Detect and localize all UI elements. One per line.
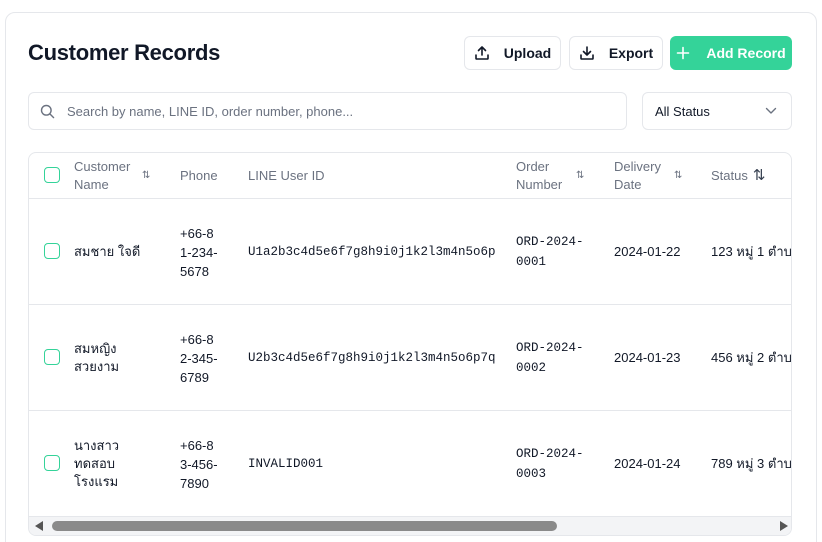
add-record-label: Add Record	[706, 45, 786, 61]
table-header: Customer Name ⇅ Phone LINE User ID Order…	[29, 153, 791, 199]
line-id-cell: U2b3c4d5e6f7g8h9i0j1k2l3m4n5o6p7q	[248, 351, 496, 365]
column-label: Delivery Date	[614, 159, 661, 192]
scroll-left-arrow-icon[interactable]	[35, 521, 43, 531]
table-row[interactable]: สมชาย ใจดี +66-81-234-5678 U1a2b3c4d5e6f…	[29, 199, 792, 305]
column-header-order-number[interactable]: Order Number ⇅	[516, 153, 584, 199]
delivery-date-cell: 2024-01-23	[614, 350, 681, 365]
phone-cell: +66-83-456-7890	[180, 437, 218, 491]
upload-button[interactable]: Upload	[464, 36, 561, 70]
status-cell: 456 หมู่ 2 ตำบ	[711, 350, 792, 365]
customer-name-cell: นางสาว ทดสอบ โรงแรม	[74, 438, 120, 489]
phone-cell: +66-82-345-6789	[180, 331, 218, 385]
status-cell: 789 หมู่ 3 ตำบ	[711, 456, 792, 471]
line-id-cell: U1a2b3c4d5e6f7g8h9i0j1k2l3m4n5o6p	[248, 245, 496, 259]
sort-icon: ⇅	[752, 167, 766, 184]
customer-name-cell: สมชาย ใจดี	[74, 244, 141, 259]
plus-icon	[677, 46, 690, 60]
add-record-button[interactable]: Add Record	[670, 36, 792, 70]
status-cell: 123 หมู่ 1 ตำบ	[711, 244, 792, 259]
column-label: LINE User ID	[248, 168, 325, 183]
column-label: Order Number	[516, 159, 563, 192]
delivery-date-cell: 2024-01-24	[614, 456, 681, 471]
order-number-cell: ORD-2024-0002	[516, 341, 584, 375]
search-input[interactable]	[67, 103, 607, 119]
search-icon	[40, 104, 55, 118]
order-number-cell: ORD-2024-0001	[516, 235, 584, 269]
column-label: Customer Name	[74, 159, 131, 192]
sort-icon: ⇅	[576, 170, 585, 181]
sort-icon: ⇅	[674, 170, 683, 181]
table-row[interactable]: นางสาว ทดสอบ โรงแรม +66-83-456-7890 INVA…	[29, 411, 792, 517]
status-filter-select[interactable]: All Status	[642, 92, 792, 130]
scrollbar-thumb[interactable]	[52, 521, 557, 531]
scroll-right-arrow-icon[interactable]	[780, 521, 788, 531]
order-number-cell: ORD-2024-0003	[516, 447, 584, 481]
row-checkbox[interactable]	[44, 243, 60, 259]
row-checkbox[interactable]	[44, 455, 60, 471]
column-label: Status	[711, 168, 748, 183]
column-header-line-user-id: LINE User ID	[248, 153, 325, 199]
upload-label: Upload	[503, 45, 552, 61]
search-box	[28, 92, 627, 130]
column-header-status[interactable]: Status ⇅	[711, 153, 765, 199]
phone-cell: +66-81-234-5678	[180, 225, 218, 279]
column-header-delivery-date[interactable]: Delivery Date ⇅	[614, 153, 682, 199]
records-table: Customer Name ⇅ Phone LINE User ID Order…	[28, 152, 792, 536]
table-row[interactable]: สมหญิง สวยงาม +66-82-345-6789 U2b3c4d5e6…	[29, 305, 792, 411]
upload-icon	[474, 46, 489, 60]
line-id-cell: INVALID001	[248, 457, 324, 471]
export-button[interactable]: Export	[569, 36, 663, 70]
chevron-down-icon	[765, 107, 777, 114]
customer-name-cell: สมหญิง สวยงาม	[74, 341, 120, 374]
row-checkbox[interactable]	[44, 349, 60, 365]
sort-icon: ⇅	[142, 170, 151, 181]
delivery-date-cell: 2024-01-22	[614, 244, 681, 259]
status-filter-value: All Status	[655, 103, 710, 119]
select-all-checkbox[interactable]	[44, 167, 60, 183]
export-label: Export	[608, 45, 654, 61]
column-header-customer-name[interactable]: Customer Name ⇅	[74, 153, 150, 199]
column-header-phone: Phone	[180, 153, 218, 199]
page-title: Customer Records	[28, 40, 221, 65]
horizontal-scrollbar[interactable]	[29, 517, 791, 535]
column-label: Phone	[180, 168, 218, 183]
download-icon	[580, 46, 594, 60]
